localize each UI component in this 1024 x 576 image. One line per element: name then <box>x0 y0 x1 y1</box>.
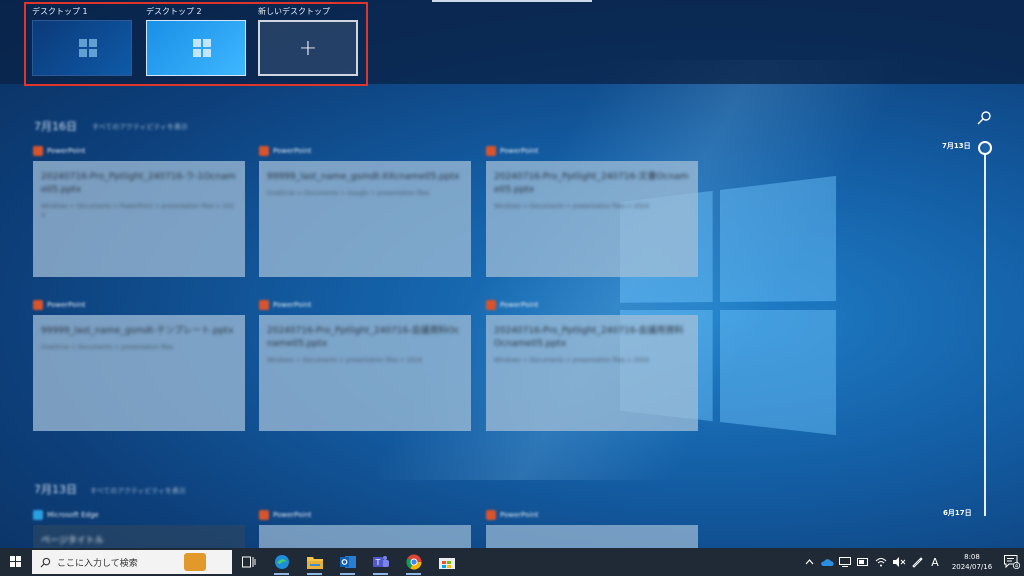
desktop-2-thumbnail[interactable] <box>146 20 246 76</box>
chrome-icon <box>405 554 421 570</box>
card-app-name: PowerPoint <box>500 511 539 519</box>
activity-card[interactable]: PowerPoint 20240716-Pro_Pptlight_240716-… <box>33 144 245 277</box>
taskbar-edge[interactable] <box>265 548 298 576</box>
new-desktop[interactable]: 新しいデスクトップ + <box>258 6 358 76</box>
card-title: ページタイトル <box>41 536 104 546</box>
task-view-icon <box>241 556 255 568</box>
activity-card[interactable]: PowerPoint 20240716-Pro_Pptlight_240716-… <box>259 298 471 431</box>
activity-card[interactable]: PowerPoint 99999_last_name_gsmdt-テンプレート.… <box>33 298 245 431</box>
powerpoint-icon <box>486 300 496 310</box>
timeline-date-bottom[interactable]: 6月17日 <box>943 508 972 518</box>
powerpoint-icon <box>33 146 43 156</box>
svg-text:T: T <box>374 558 380 567</box>
powerpoint-icon <box>259 300 269 310</box>
search-icon <box>40 557 51 567</box>
card-app-name: PowerPoint <box>273 147 312 155</box>
taskbar-teams[interactable]: T <box>364 548 397 576</box>
battery-icon[interactable] <box>856 548 870 576</box>
clock-time: 8:08 <box>964 553 980 561</box>
system-tray: A 8:08 2024/07/16 4 <box>800 548 1024 576</box>
timeline-section-title: 7月16日 <box>34 120 77 133</box>
briefcase-icon <box>184 553 206 571</box>
task-view-button[interactable] <box>232 548 265 576</box>
desktop-1-thumbnail[interactable] <box>32 20 132 76</box>
taskbar-outlook[interactable] <box>331 548 364 576</box>
activity-card[interactable]: PowerPoint 99999_last_name_gsmdt-XXcname… <box>259 144 471 277</box>
clock-date: 2024/07/16 <box>951 563 993 571</box>
start-button[interactable] <box>0 548 32 576</box>
desktop-1-label: デスクトップ 1 <box>32 7 88 16</box>
chevron-up-icon[interactable] <box>802 548 816 576</box>
timeline-date-top[interactable]: 7月13日 <box>942 141 971 151</box>
outlook-icon <box>339 556 356 568</box>
network-icon[interactable] <box>838 548 852 576</box>
card-title: 20240716-Pro_Pptlight_240716-会議資料Ocname0… <box>267 326 460 349</box>
teams-icon: T <box>372 556 389 567</box>
timeline-scroll-handle[interactable] <box>978 141 992 155</box>
pen-icon[interactable] <box>910 548 924 576</box>
taskbar: ここに入力して検索 T A 8:08 2024/07/16 4 <box>0 548 1024 576</box>
card-path: OneDrive > Documents > Google > presenta… <box>267 190 430 197</box>
new-desktop-label: 新しいデスクトップ <box>258 7 330 16</box>
card-path: Windows > Documents > presentation files… <box>494 203 649 210</box>
powerpoint-icon <box>259 510 269 520</box>
notification-icon: 4 <box>1004 555 1020 569</box>
onedrive-icon[interactable] <box>820 548 834 576</box>
clock[interactable]: 8:08 2024/07/16 <box>944 552 1000 572</box>
card-app-name: PowerPoint <box>273 511 312 519</box>
powerpoint-icon <box>33 300 43 310</box>
volume-muted-icon[interactable] <box>892 548 906 576</box>
card-app-name: Microsoft Edge <box>47 511 99 519</box>
powerpoint-icon <box>259 146 269 156</box>
card-app-name: PowerPoint <box>500 301 539 309</box>
timeline-scrollbar[interactable] <box>984 150 986 516</box>
search-icon[interactable] <box>976 110 992 126</box>
store-icon <box>438 558 455 569</box>
powerpoint-icon <box>486 510 496 520</box>
card-app-name: PowerPoint <box>273 301 312 309</box>
powerpoint-icon <box>486 146 496 156</box>
search-placeholder: ここに入力して検索 <box>57 558 138 569</box>
taskbar-search-box[interactable]: ここに入力して検索 <box>32 550 232 574</box>
windows-logo-icon <box>193 39 211 57</box>
timeline-see-all-link[interactable]: すべてのアクティビティを表示 <box>92 122 188 132</box>
card-title: 99999_last_name_gsmdt-XXcname05.pptx <box>267 172 460 182</box>
desktop-2-label: デスクトップ 2 <box>146 7 202 16</box>
new-desktop-button[interactable]: + <box>258 20 358 76</box>
folder-icon <box>306 557 323 569</box>
card-title: 20240716-Pro_Pptlight_240716-ラ-1Ocname05… <box>41 172 236 195</box>
card-app-name: PowerPoint <box>500 147 539 155</box>
activity-card[interactable]: PowerPoint 20240716-Pro_Pptlight_240716-… <box>486 144 698 277</box>
card-path: OneDrive > Documents > presentation file… <box>41 344 174 351</box>
card-path: Windows > Documents > presentation files… <box>267 357 422 364</box>
windows-logo-icon <box>79 39 97 57</box>
edge-icon <box>33 510 43 520</box>
taskbar-file-explorer[interactable] <box>298 548 331 576</box>
card-title: 20240716-Pro_Pptlight_240716-会議用資料Ocname… <box>494 326 684 349</box>
card-app-name: PowerPoint <box>47 301 86 309</box>
timeline-see-all-link[interactable]: すべてのアクティビティを表示 <box>90 486 186 496</box>
notification-count: 4 <box>1015 564 1019 569</box>
ime-indicator[interactable]: A <box>928 548 942 576</box>
notification-button[interactable]: 4 <box>1000 548 1024 576</box>
desktop-2[interactable]: デスクトップ 2 <box>146 6 246 76</box>
card-path: Windows > Documents > PowerPoint > prese… <box>41 203 234 219</box>
card-path: Windows > Documents > presentation files… <box>494 357 649 364</box>
activity-card[interactable]: PowerPoint 20240716-Pro_Pptlight_240716-… <box>486 298 698 431</box>
edge-icon <box>274 555 289 569</box>
windows-logo-icon <box>10 556 22 568</box>
desktop-1[interactable]: デスクトップ 1 <box>32 6 132 76</box>
wifi-icon[interactable] <box>874 548 888 576</box>
timeline-section-title: 7月13日 <box>34 483 77 496</box>
card-title: 20240716-Pro_Pptlight_240716-文書Ocname05.… <box>494 172 689 195</box>
card-title: 99999_last_name_gsmdt-テンプレート.pptx <box>41 326 234 336</box>
taskbar-chrome[interactable] <box>397 548 430 576</box>
card-app-name: PowerPoint <box>47 147 86 155</box>
taskbar-store[interactable] <box>430 548 463 576</box>
window-indicator-bar <box>432 0 592 2</box>
